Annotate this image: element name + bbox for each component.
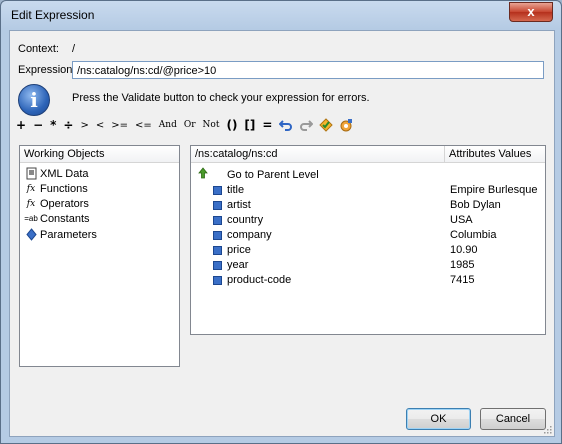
attribute-icon: [213, 276, 222, 285]
expression-input[interactable]: /ns:catalog/ns:cd/@price>10: [72, 61, 544, 79]
xml-panel-header: /ns:catalog/ns:cd Attributes Values: [191, 146, 545, 163]
working-objects-header: Working Objects: [20, 146, 179, 163]
ok-button[interactable]: OK: [406, 408, 471, 430]
close-icon: x: [527, 4, 535, 19]
greater-equal-button[interactable]: >=: [111, 120, 128, 131]
tree-item-functions[interactable]: fx Functions: [24, 181, 88, 196]
attribute-value: 10.90: [450, 244, 478, 256]
tree-item-label: Constants: [40, 212, 90, 225]
settings-icon[interactable]: [339, 118, 353, 132]
and-button[interactable]: And: [159, 120, 177, 130]
operator-toolbar: + − * ÷ > < >= <= And Or Not () [] =: [16, 117, 359, 133]
brackets-button[interactable]: []: [244, 118, 255, 132]
window-title: Edit Expression: [11, 8, 95, 22]
table-row[interactable]: company Columbia: [191, 228, 545, 243]
go-to-parent-row[interactable]: Go to Parent Level: [191, 167, 545, 182]
multiply-operator-button[interactable]: *: [50, 118, 56, 132]
attribute-value: Empire Burlesque: [450, 184, 538, 196]
minus-operator-button[interactable]: −: [33, 118, 43, 132]
parameters-icon: [24, 228, 38, 241]
table-row[interactable]: artist Bob Dylan: [191, 198, 545, 213]
greater-than-button[interactable]: >: [80, 120, 88, 131]
constants-icon: =ab: [24, 214, 38, 223]
validate-icon[interactable]: [319, 118, 334, 132]
attribute-icon: [213, 186, 222, 195]
less-equal-button[interactable]: <=: [135, 120, 152, 131]
expression-label: Expression:: [18, 64, 76, 76]
functions-icon: fx: [26, 183, 36, 194]
attribute-value: Columbia: [450, 229, 497, 241]
attribute-name: year: [227, 259, 249, 271]
divide-operator-button[interactable]: ÷: [63, 118, 73, 132]
tree-item-label: Parameters: [40, 228, 97, 241]
title-bar: Edit Expression x: [1, 1, 561, 29]
edit-expression-window: Edit Expression x Context: / Expression:…: [0, 0, 562, 444]
attribute-name: price: [227, 244, 251, 256]
attribute-value: Bob Dylan: [450, 199, 501, 211]
column-divider[interactable]: [444, 146, 445, 163]
attribute-name: product-code: [227, 274, 292, 286]
dialog-body: Context: / Expression: /ns:catalog/ns:cd…: [9, 30, 555, 437]
tree-item-label: Functions: [40, 182, 88, 195]
not-button[interactable]: Not: [203, 120, 220, 130]
tree-item-label: XML Data: [40, 167, 89, 180]
xml-data-panel: /ns:catalog/ns:cd Attributes Values Go t…: [190, 145, 546, 335]
cancel-button[interactable]: Cancel: [480, 408, 546, 430]
tree-item-label: Operators: [40, 197, 89, 210]
attribute-icon: [213, 201, 222, 210]
attribute-icon: [213, 261, 222, 270]
attribute-name: country: [227, 214, 264, 226]
go-to-parent-label: Go to Parent Level: [227, 169, 319, 181]
attribute-name: company: [227, 229, 272, 241]
info-icon: i: [18, 84, 50, 116]
tree-item-parameters[interactable]: Parameters: [24, 227, 97, 242]
redo-icon[interactable]: [299, 118, 314, 132]
attribute-icon: [213, 216, 222, 225]
operators-icon: fx: [26, 198, 36, 209]
plus-operator-button[interactable]: +: [16, 118, 26, 132]
attribute-icon: [213, 246, 222, 255]
working-objects-panel: Working Objects XML Data fx Functions fx…: [19, 145, 180, 367]
table-row[interactable]: year 1985: [191, 258, 545, 273]
parentheses-button[interactable]: (): [226, 118, 237, 132]
values-column-header[interactable]: Attributes Values: [449, 146, 531, 163]
undo-icon[interactable]: [279, 118, 293, 132]
table-row[interactable]: product-code 7415: [191, 273, 545, 288]
close-button[interactable]: x: [509, 2, 553, 22]
less-than-button[interactable]: <: [96, 120, 104, 131]
attribute-icon: [213, 231, 222, 240]
tree-item-operators[interactable]: fx Operators: [24, 196, 89, 211]
tree-item-xml-data[interactable]: XML Data: [24, 166, 89, 181]
info-text: Press the Validate button to check your …: [72, 92, 370, 104]
attribute-value: 1985: [450, 259, 475, 271]
xml-data-icon: [24, 167, 38, 180]
context-value: /: [72, 43, 76, 55]
path-column-header[interactable]: /ns:catalog/ns:cd: [195, 148, 278, 160]
table-row[interactable]: price 10.90: [191, 243, 545, 258]
resize-grip-icon[interactable]: [542, 424, 552, 434]
table-row[interactable]: country USA: [191, 213, 545, 228]
up-arrow-icon: [198, 167, 208, 182]
attribute-name: artist: [227, 199, 251, 211]
equals-button[interactable]: =: [262, 118, 272, 132]
table-row[interactable]: title Empire Burlesque: [191, 183, 545, 198]
context-label: Context:: [18, 43, 59, 55]
attribute-value: 7415: [450, 274, 475, 286]
attribute-value: USA: [450, 214, 473, 226]
tree-item-constants[interactable]: =ab Constants: [24, 211, 90, 226]
attribute-name: title: [227, 184, 245, 196]
or-button[interactable]: Or: [184, 120, 196, 130]
